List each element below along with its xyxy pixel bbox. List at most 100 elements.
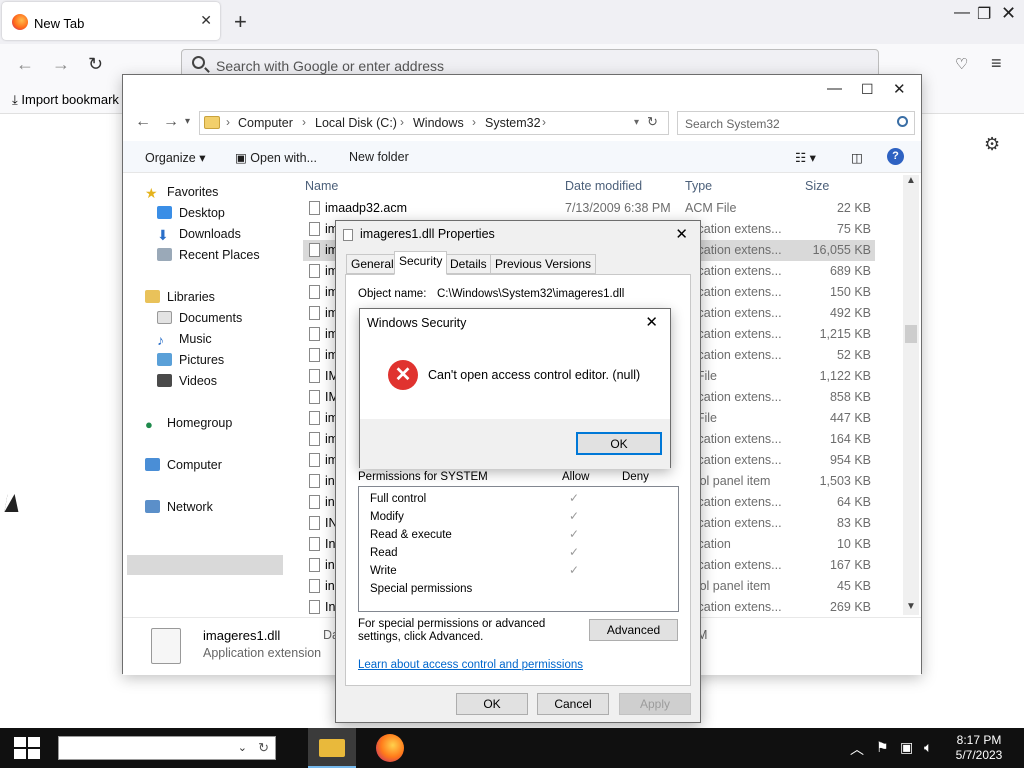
nav-item-documents[interactable]: Documents	[157, 311, 242, 325]
address-dropdown-icon[interactable]: ▾	[634, 117, 639, 128]
firefox-icon	[376, 734, 404, 762]
tab-security[interactable]: Security	[394, 251, 448, 275]
apply-button[interactable]: Apply	[619, 693, 691, 715]
nav-label: Computer	[167, 458, 222, 472]
minimize-icon[interactable]: —	[954, 4, 970, 22]
back-icon[interactable]: ←	[16, 54, 34, 75]
tab-details[interactable]: Details	[445, 254, 492, 274]
open-with-button[interactable]: ▣ Open with...	[235, 150, 317, 165]
ok-button[interactable]: OK	[456, 693, 528, 715]
breadcrumb-computer[interactable]: Computer	[238, 116, 293, 130]
nav-item-desktop[interactable]: Desktop	[157, 206, 225, 220]
breadcrumb-local-disk[interactable]: Local Disk (C:)	[315, 116, 397, 130]
refresh-icon[interactable]: ↻	[647, 114, 658, 130]
desktop-icon	[157, 206, 172, 219]
gear-icon[interactable]: ⚙	[984, 134, 1000, 155]
nav-item-pictures[interactable]: Pictures	[157, 353, 224, 367]
nav-item-libraries[interactable]: Libraries	[145, 290, 215, 304]
scroll-down-icon[interactable]: ▼	[906, 601, 916, 612]
file-date: 7/13/2009 6:38 PM	[565, 201, 671, 215]
navigation-pane: ★ Favorites Desktop ⬇ Downloads Recent Pla…	[123, 175, 293, 615]
organize-label: Organize	[145, 151, 196, 165]
taskbar-firefox[interactable]	[374, 734, 406, 762]
ok-button[interactable]: OK	[576, 432, 662, 455]
menu-icon[interactable]: ≡	[991, 53, 1002, 74]
file-icon	[309, 264, 320, 278]
help-icon[interactable]: ?	[887, 148, 904, 165]
cancel-button[interactable]: Cancel	[537, 693, 609, 715]
close-icon[interactable]: ✕	[645, 313, 658, 331]
clock-time: 8:17 PM	[956, 733, 1002, 747]
search-input[interactable]: Search System32	[677, 111, 915, 135]
clock[interactable]: 8:17 PM 5/7/2023	[946, 733, 1012, 763]
nav-item-computer[interactable]: Computer	[145, 458, 222, 472]
restore-icon[interactable]: ❐	[977, 4, 991, 24]
view-options-icon[interactable]: ☷ ▾	[795, 150, 816, 165]
show-hidden-icons-icon[interactable]: ︿	[850, 739, 864, 759]
flag-icon[interactable]: ⚑	[876, 739, 889, 756]
tab-previous-versions[interactable]: Previous Versions	[490, 254, 597, 274]
forward-icon[interactable]: →	[163, 113, 179, 131]
table-row[interactable]: imaadp32.acm 7/13/2009 6:38 PM ACM File 22 …	[303, 198, 875, 219]
back-icon[interactable]: ←	[135, 113, 151, 131]
windows-security-dialog: Windows Security ✕ ✕ Can't open access c…	[359, 308, 671, 469]
firefox-tab[interactable]: New Tab ✕	[2, 2, 220, 40]
nav-item-homegroup[interactable]: ● Homegroup	[145, 416, 232, 432]
windows-start-icon[interactable]	[14, 737, 40, 759]
new-tab-icon[interactable]: +	[234, 9, 247, 35]
file-icon	[309, 537, 320, 551]
tab-general[interactable]: General	[346, 254, 399, 274]
nav-item-videos[interactable]: Videos	[157, 374, 217, 388]
advanced-button[interactable]: Advanced	[589, 619, 678, 641]
file-size: 1,503 KB	[819, 474, 871, 488]
scrollbar[interactable]: ▲ ▼	[903, 175, 919, 615]
nav-item-network[interactable]: Network	[145, 500, 213, 514]
object-name-label: Object name:	[358, 288, 427, 300]
recent-dropdown-icon[interactable]: ▾	[185, 116, 190, 127]
refresh-icon[interactable]: ↻	[258, 740, 269, 756]
search-icon	[897, 116, 908, 127]
nav-label: Desktop	[179, 206, 225, 220]
file-icon	[309, 474, 320, 488]
close-window-icon[interactable]: ✕	[1001, 3, 1016, 24]
firefox-tab-bar: New Tab ✕ + — ❐ ✕	[0, 0, 1024, 44]
new-folder-button[interactable]: New folder	[349, 150, 409, 164]
preview-pane-icon[interactable]: ◫	[851, 150, 863, 165]
close-icon[interactable]: ✕	[893, 80, 906, 98]
reload-icon[interactable]: ↻	[88, 54, 103, 75]
nav-item-favorites[interactable]: ★ Favorites	[145, 185, 218, 201]
breadcrumb-windows[interactable]: Windows	[413, 116, 464, 130]
maximize-icon[interactable]: ☐	[861, 81, 874, 98]
pictures-icon	[157, 353, 172, 366]
network-icon[interactable]: ▣	[900, 739, 913, 756]
taskbar-address-input[interactable]: ⌄ ↻	[58, 736, 276, 760]
chevron-down-icon[interactable]: ⌄	[238, 741, 247, 754]
column-header-date[interactable]: Date modified	[565, 179, 642, 193]
nav-item-recent-places[interactable]: Recent Places	[157, 248, 260, 262]
column-header-type[interactable]: Type	[685, 179, 712, 193]
file-size: 1,122 KB	[819, 369, 871, 383]
taskbar-file-explorer[interactable]	[308, 728, 356, 768]
nav-item-music[interactable]: ♪ Music	[157, 332, 212, 348]
column-header-name[interactable]: Name	[305, 179, 338, 193]
learn-more-link[interactable]: Learn about access control and permissio…	[358, 659, 583, 671]
minimize-icon[interactable]: —	[827, 80, 842, 97]
forward-icon[interactable]: →	[52, 54, 70, 75]
breadcrumb[interactable]: › Computer › Local Disk (C:) › Windows ›…	[199, 111, 669, 135]
explorer-address-row: ← → ▾ › Computer › Local Disk (C:) › Win…	[123, 105, 921, 141]
column-header-size[interactable]: Size	[805, 179, 829, 193]
scroll-thumb[interactable]	[905, 325, 917, 343]
scroll-up-icon[interactable]: ▲	[906, 175, 916, 186]
object-name-value: C:\Windows\System32\imageres1.dll	[437, 288, 625, 300]
check-icon: ✓	[569, 545, 580, 559]
close-icon[interactable]: ✕	[675, 225, 688, 243]
breadcrumb-system32[interactable]: System32	[485, 116, 541, 130]
file-size: 167 KB	[829, 558, 871, 572]
organize-button[interactable]: Organize ▾	[145, 150, 205, 165]
music-icon: ♪	[157, 332, 164, 348]
nav-item-downloads[interactable]: ⬇ Downloads	[157, 227, 241, 243]
pocket-icon[interactable]: ♡	[955, 55, 968, 73]
import-bookmarks-link[interactable]: ⤓ Import bookmark	[12, 92, 119, 108]
close-tab-icon[interactable]: ✕	[200, 12, 212, 29]
volume-muted-icon[interactable]: 🔈︎	[924, 739, 932, 756]
